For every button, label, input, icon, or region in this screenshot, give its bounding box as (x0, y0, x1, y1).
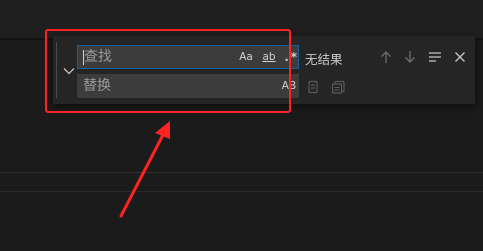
annotation-arrow (119, 121, 170, 218)
